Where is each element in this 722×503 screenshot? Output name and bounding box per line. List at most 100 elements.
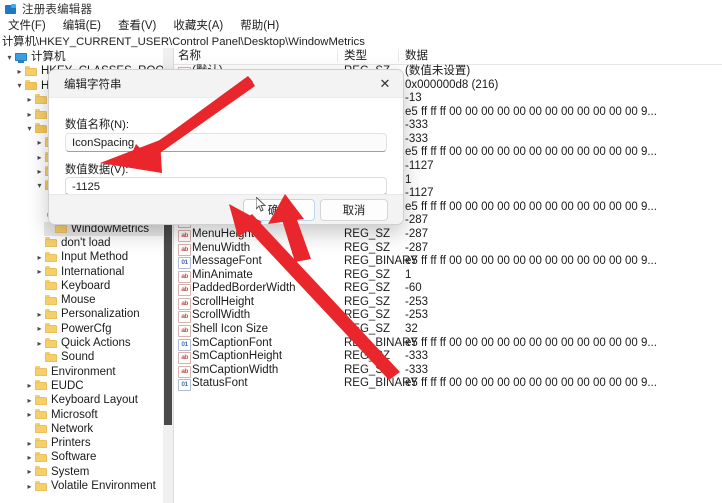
table-row[interactable]: abScrollWidthREG_SZ-253 [174,309,722,323]
folder-icon [45,280,58,291]
tree-item[interactable]: ▸System [24,465,170,479]
cell-name: SmCaptionFont [192,337,272,351]
column-header-data[interactable]: 数据 [405,48,428,64]
chevron-right-icon[interactable]: ▸ [34,336,45,350]
string-value-icon: ab [178,352,191,364]
tree-item[interactable]: ▸EUDC [24,379,170,393]
cell-name: MessageFont [192,255,262,269]
cancel-button[interactable]: 取消 [320,199,388,221]
tree-item[interactable]: ▸ Keyboard Layout [24,393,170,407]
chevron-right-icon[interactable]: ▸ [24,450,35,464]
cell-data: -1127 [405,160,434,174]
cell-name: PaddedBorderWidth [192,282,296,296]
cell-data: e5 ff ff ff 00 00 00 00 00 00 00 00 00 0… [405,337,657,351]
menu-bar: 文件(F) 编辑(E) 查看(V) 收藏夹(A) 帮助(H) [0,18,722,34]
tree-item[interactable]: ▸Software [24,450,170,464]
table-row[interactable]: 01SmCaptionFontREG_BINARYe5 ff ff ff 00 … [174,337,722,351]
column-header-type[interactable]: 类型 [344,48,367,64]
chevron-down-icon[interactable]: ▾ [24,122,35,136]
tree-item[interactable]: ▸Input Method [34,250,170,264]
menu-item-help[interactable]: 帮助(H) [232,18,288,34]
cell-type: REG_SZ [344,364,390,378]
tree-item[interactable]: ▸Volatile Environment [24,479,170,493]
table-row[interactable]: abShell Icon SizeREG_SZ32 [174,323,722,337]
cell-data: -60 [405,282,422,296]
address-bar[interactable]: 计算机\HKEY_CURRENT_USER\Control Panel\Desk… [0,34,722,49]
close-icon[interactable]: ✕ [367,70,403,97]
chevron-right-icon[interactable]: ▸ [34,136,45,150]
chevron-down-icon[interactable]: ▾ [14,79,25,93]
tree-item[interactable]: ▸International [34,265,170,279]
table-row[interactable]: abScrollHeightREG_SZ-253 [174,296,722,310]
header-separator-2[interactable] [398,50,399,62]
menu-item-edit[interactable]: 编辑(E) [55,18,110,34]
chevron-right-icon[interactable]: ▸ [24,408,35,422]
string-value-icon: ab [178,311,191,323]
table-row[interactable]: abSmCaptionWidthREG_SZ-333 [174,364,722,378]
tree-item[interactable]: ▸Environment [24,365,170,379]
ok-button[interactable]: 确定 [243,199,315,221]
window-title: 注册表编辑器 [22,1,92,17]
menu-item-favorites[interactable]: 收藏夹(A) [165,18,232,34]
cell-data: -333 [405,133,428,147]
cell-data: -333 [405,350,428,364]
tree-item[interactable]: ▸Printers [24,436,170,450]
table-row[interactable]: abPaddedBorderWidthREG_SZ-60 [174,282,722,296]
folder-icon [45,352,58,363]
tree-item[interactable]: ▸Mouse [34,293,170,307]
chevron-right-icon[interactable]: ▸ [24,393,35,407]
chevron-down-icon[interactable]: ▾ [34,179,45,193]
chevron-right-icon[interactable]: ▸ [24,436,35,450]
header-separator-1[interactable] [337,50,338,62]
tree-item[interactable]: ▸Keyboard [34,279,170,293]
string-value-icon: ab [178,244,191,256]
tree-item-label: Quick Actions [61,336,131,350]
chevron-right-icon[interactable]: ▸ [34,265,45,279]
chevron-right-icon[interactable]: ▸ [24,379,35,393]
table-row[interactable]: abMinAnimateREG_SZ1 [174,269,722,283]
table-row[interactable]: abMenuWidthREG_SZ-287 [174,242,722,256]
table-row[interactable]: abMenuHeightREG_SZ-287 [174,228,722,242]
cell-name: Shell Icon Size [192,323,268,337]
folder-icon [35,366,48,377]
tree-item[interactable]: ▸don't load [34,236,170,250]
tree-item-label: Mouse [61,293,96,307]
chevron-right-icon[interactable]: ▸ [34,250,45,264]
chevron-right-icon[interactable]: ▸ [24,107,35,121]
chevron-right-icon[interactable]: ▸ [34,322,45,336]
chevron-right-icon[interactable]: ▸ [34,307,45,321]
column-header-name[interactable]: 名称 [178,48,201,64]
cell-data: -287 [405,242,428,256]
table-row[interactable]: abSmCaptionHeightREG_SZ-333 [174,350,722,364]
chevron-right-icon[interactable]: ▸ [24,479,35,493]
cell-data: e5 ff ff ff 00 00 00 00 00 00 00 00 00 0… [405,146,657,160]
tree-item[interactable]: ▸PowerCfg [34,322,170,336]
tree-item[interactable]: ▾计算机 [4,50,170,64]
tree-item[interactable]: ▸Microsoft [24,408,170,422]
cell-data: e5 ff ff ff 00 00 00 00 00 00 00 00 00 0… [405,255,657,269]
chevron-right-icon[interactable]: ▸ [24,93,35,107]
cell-type: REG_SZ [344,296,390,310]
cell-data: -253 [405,296,428,310]
chevron-right-icon[interactable]: ▸ [24,465,35,479]
chevron-right-icon[interactable]: ▸ [34,164,45,178]
chevron-down-icon[interactable]: ▾ [4,50,15,64]
tree-item[interactable]: ▸Personalization [34,307,170,321]
cell-name: MenuHeight [192,228,254,242]
dialog-title: 编辑字符串 [64,76,122,92]
menu-item-view[interactable]: 查看(V) [110,18,165,34]
tree-item[interactable]: ▸Network [24,422,170,436]
table-row[interactable]: 01MessageFontREG_BINARYe5 ff ff ff 00 00… [174,255,722,269]
tree-item[interactable]: ▸Sound [34,350,170,364]
string-value-icon: ab [178,325,191,337]
tree-item[interactable]: ▸ Quick Actions [34,336,170,350]
cell-data: 1 [405,269,411,283]
chevron-right-icon[interactable]: ▸ [14,64,25,78]
table-row[interactable]: 01StatusFontREG_BINARYe5 ff ff ff 00 00 … [174,377,722,391]
cell-name: MenuWidth [192,242,250,256]
chevron-right-icon[interactable]: ▸ [34,150,45,164]
value-name-input[interactable]: IconSpacing [65,133,387,152]
menu-item-file[interactable]: 文件(F) [0,18,55,34]
string-value-icon: ab [178,298,191,310]
tree-item-label: Keyboard Layout [51,393,138,407]
